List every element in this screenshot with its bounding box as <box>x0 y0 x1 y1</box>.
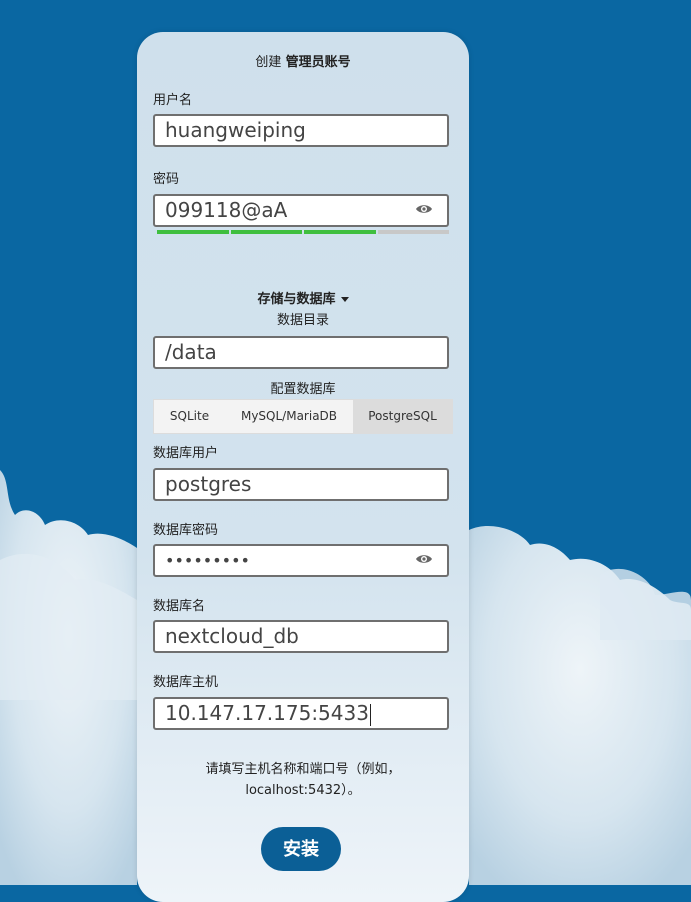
db-tabs: SQLite MySQL/MariaDB PostgreSQL <box>153 399 453 434</box>
tab-mysql[interactable]: MySQL/MariaDB <box>225 400 353 433</box>
eye-icon[interactable] <box>415 551 433 567</box>
db-password-value: ••••••••• <box>165 551 250 570</box>
password-label: 密码 <box>153 172 180 187</box>
db-name-input[interactable]: nextcloud_db <box>153 620 449 653</box>
storage-toggle-label: 存储与数据库 <box>257 292 336 307</box>
db-password-label: 数据库密码 <box>153 523 219 538</box>
tab-postgresql[interactable]: PostgreSQL <box>353 400 452 433</box>
data-dir-input[interactable]: /data <box>153 336 449 369</box>
db-host-hint: 请填写主机名称和端口号（例如， localhost:5432）。 <box>177 759 429 801</box>
data-dir-label: 数据目录 <box>276 313 329 328</box>
eye-icon[interactable] <box>415 201 433 217</box>
tab-sqlite[interactable]: SQLite <box>154 400 225 433</box>
db-name-label: 数据库名 <box>153 599 206 614</box>
card-title: 创建 管理员账号 <box>137 51 469 70</box>
db-config-label: 配置数据库 <box>270 382 336 397</box>
db-host-value: 10.147.17.175:5433 <box>165 701 369 725</box>
db-host-label: 数据库主机 <box>153 675 219 690</box>
install-button[interactable]: 安装 <box>261 827 341 871</box>
password-input[interactable]: 099118@aA <box>153 194 449 227</box>
caret-down-icon <box>340 297 349 302</box>
hint-line-1: 请填写主机名称和端口号（例如， <box>205 762 401 777</box>
password-value: 099118@aA <box>165 198 288 222</box>
title-bold: 管理员账号 <box>285 55 351 70</box>
db-host-input[interactable]: 10.147.17.175:5433 <box>153 697 449 730</box>
title-prefix: 创建 <box>255 55 282 70</box>
username-input[interactable]: huangweiping <box>153 114 449 147</box>
hint-line-2: localhost:5432）。 <box>245 783 361 798</box>
db-password-input[interactable]: ••••••••• <box>153 544 449 577</box>
db-user-input[interactable]: postgres <box>153 468 449 501</box>
password-strength-bar <box>157 230 449 234</box>
db-user-label: 数据库用户 <box>153 446 219 461</box>
text-cursor <box>369 703 371 726</box>
setup-card: 创建 管理员账号 用户名 huangweiping 密码 099118@aA 存… <box>137 32 469 902</box>
username-label: 用户名 <box>153 93 193 108</box>
storage-toggle[interactable]: 存储与数据库 <box>137 288 469 307</box>
